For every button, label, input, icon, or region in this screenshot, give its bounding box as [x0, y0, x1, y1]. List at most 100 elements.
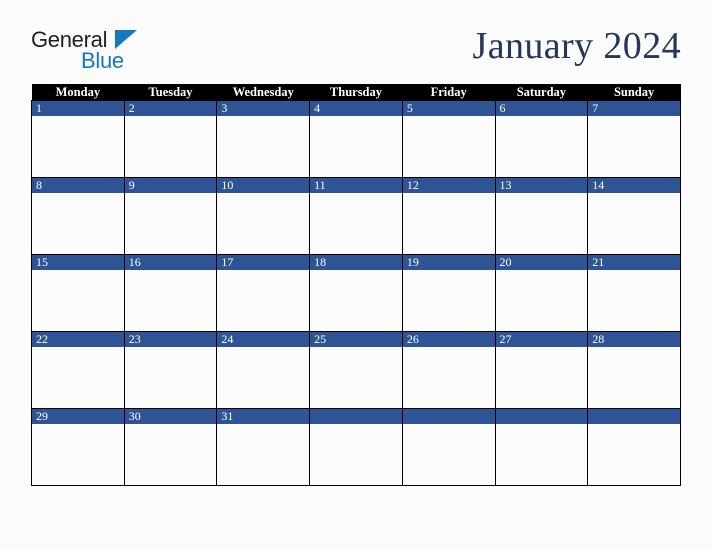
- weekday-header-row: Monday Tuesday Wednesday Thursday Friday…: [31, 84, 681, 101]
- day-events-area[interactable]: [402, 270, 495, 331]
- day-events-area[interactable]: [124, 347, 217, 408]
- calendar-day-cell[interactable]: [494, 408, 589, 486]
- day-number: 15: [32, 255, 124, 270]
- day-events-area[interactable]: [588, 116, 680, 177]
- day-events-area[interactable]: [217, 347, 310, 408]
- day-events-area[interactable]: [588, 347, 680, 408]
- day-events-area[interactable]: [310, 424, 402, 485]
- day-number: 26: [402, 332, 495, 347]
- calendar-day-cell[interactable]: 25: [309, 331, 403, 409]
- day-events-area[interactable]: [402, 424, 495, 485]
- logo-text-blue: Blue: [81, 48, 124, 73]
- calendar-grid: Monday Tuesday Wednesday Thursday Friday…: [31, 84, 681, 486]
- calendar-day-cell[interactable]: [309, 408, 403, 486]
- day-events-area[interactable]: [32, 424, 124, 485]
- calendar-day-cell[interactable]: 6: [494, 100, 589, 178]
- day-events-area[interactable]: [588, 424, 680, 485]
- calendar-day-cell[interactable]: 23: [123, 331, 218, 409]
- day-number: 27: [495, 332, 588, 347]
- day-events-area[interactable]: [402, 116, 495, 177]
- calendar-day-cell[interactable]: 8: [31, 177, 125, 255]
- day-number: 2: [124, 101, 217, 116]
- day-events-area[interactable]: [588, 193, 680, 254]
- calendar-day-cell[interactable]: 10: [216, 177, 311, 255]
- day-events-area[interactable]: [402, 347, 495, 408]
- calendar-day-cell[interactable]: 11: [309, 177, 403, 255]
- calendar-day-cell[interactable]: 14: [587, 177, 681, 255]
- calendar-day-cell[interactable]: 13: [494, 177, 589, 255]
- calendar-day-cell[interactable]: 12: [401, 177, 496, 255]
- day-number: 16: [124, 255, 217, 270]
- day-events-area[interactable]: [310, 270, 402, 331]
- calendar-day-cell[interactable]: 2: [123, 100, 218, 178]
- calendar-day-cell[interactable]: 9: [123, 177, 218, 255]
- calendar-day-cell[interactable]: [401, 408, 496, 486]
- calendar-day-cell[interactable]: 30: [123, 408, 218, 486]
- calendar-day-cell[interactable]: 15: [31, 254, 125, 332]
- day-events-area[interactable]: [217, 424, 310, 485]
- day-number: 20: [495, 255, 588, 270]
- day-events-area[interactable]: [310, 193, 402, 254]
- day-number: 31: [217, 409, 310, 424]
- day-events-area[interactable]: [310, 347, 402, 408]
- day-number: 4: [310, 101, 402, 116]
- day-events-area[interactable]: [310, 116, 402, 177]
- day-number: 1: [32, 101, 124, 116]
- calendar-day-cell[interactable]: 27: [494, 331, 589, 409]
- day-events-area[interactable]: [495, 116, 588, 177]
- calendar-day-cell[interactable]: 3: [216, 100, 311, 178]
- day-events-area[interactable]: [124, 116, 217, 177]
- weekday-header-sunday: Sunday: [587, 84, 681, 101]
- day-events-area[interactable]: [495, 193, 588, 254]
- day-number: 17: [217, 255, 310, 270]
- day-events-area[interactable]: [402, 193, 495, 254]
- calendar-day-cell[interactable]: 20: [494, 254, 589, 332]
- day-events-area[interactable]: [32, 193, 124, 254]
- day-number: 30: [124, 409, 217, 424]
- day-events-area[interactable]: [32, 347, 124, 408]
- day-events-area[interactable]: [588, 270, 680, 331]
- calendar-day-cell[interactable]: 16: [123, 254, 218, 332]
- calendar-day-cell[interactable]: 1: [31, 100, 125, 178]
- logo-triangle-icon: [115, 30, 137, 49]
- calendar-week-row: 22 23 24 25 26 27 28: [31, 331, 681, 409]
- day-events-area[interactable]: [495, 347, 588, 408]
- day-number: [495, 409, 588, 424]
- general-blue-logo: General Blue: [31, 28, 231, 74]
- day-events-area[interactable]: [124, 193, 217, 254]
- calendar-day-cell[interactable]: 7: [587, 100, 681, 178]
- day-events-area[interactable]: [217, 193, 310, 254]
- calendar-week-row: 15 16 17 18 19 20 21: [31, 254, 681, 332]
- day-events-area[interactable]: [217, 116, 310, 177]
- calendar-day-cell[interactable]: 22: [31, 331, 125, 409]
- calendar-day-cell[interactable]: 17: [216, 254, 311, 332]
- day-events-area[interactable]: [495, 424, 588, 485]
- day-events-area[interactable]: [32, 116, 124, 177]
- calendar-day-cell[interactable]: 31: [216, 408, 311, 486]
- calendar-day-cell[interactable]: 4: [309, 100, 403, 178]
- calendar-day-cell[interactable]: [587, 408, 681, 486]
- calendar-day-cell[interactable]: 19: [401, 254, 496, 332]
- weekday-header-thursday: Thursday: [309, 84, 403, 101]
- day-number: 7: [588, 101, 680, 116]
- weekday-header-monday: Monday: [31, 84, 125, 101]
- calendar-week-row: 8 9 10 11 12 13 14: [31, 177, 681, 255]
- page-header: General Blue January 2024: [0, 0, 712, 84]
- day-number: [588, 409, 680, 424]
- calendar-day-cell[interactable]: 28: [587, 331, 681, 409]
- calendar-week-row: 1 2 3 4 5 6 7: [31, 100, 681, 178]
- day-number: 13: [495, 178, 588, 193]
- calendar-day-cell[interactable]: 21: [587, 254, 681, 332]
- day-events-area[interactable]: [217, 270, 310, 331]
- day-number: 8: [32, 178, 124, 193]
- day-events-area[interactable]: [495, 270, 588, 331]
- day-events-area[interactable]: [124, 424, 217, 485]
- calendar-day-cell[interactable]: 29: [31, 408, 125, 486]
- calendar-day-cell[interactable]: 26: [401, 331, 496, 409]
- calendar-day-cell[interactable]: 24: [216, 331, 311, 409]
- day-events-area[interactable]: [124, 270, 217, 331]
- calendar-day-cell[interactable]: 5: [401, 100, 496, 178]
- day-events-area[interactable]: [32, 270, 124, 331]
- calendar-day-cell[interactable]: 18: [309, 254, 403, 332]
- day-number: 12: [402, 178, 495, 193]
